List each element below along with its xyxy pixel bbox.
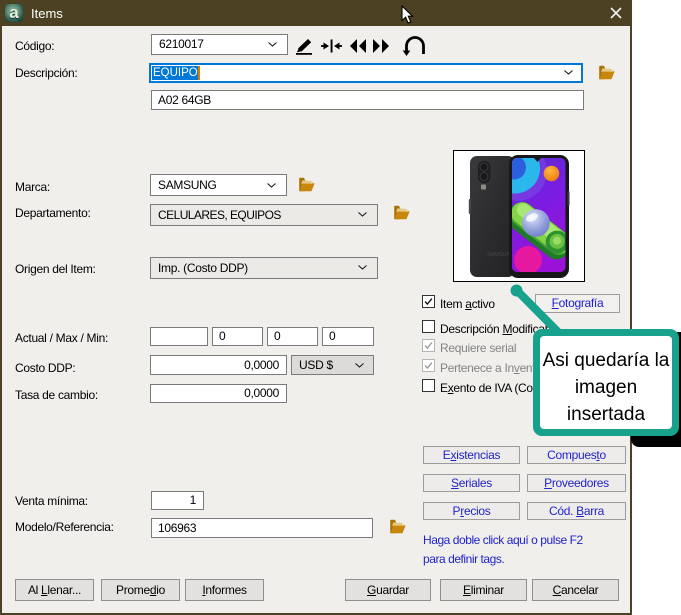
svg-text:insertada: insertada <box>567 404 646 425</box>
svg-text:Asi quedaría la: Asi quedaría la <box>543 350 670 371</box>
svg-text:imagen: imagen <box>575 377 637 398</box>
